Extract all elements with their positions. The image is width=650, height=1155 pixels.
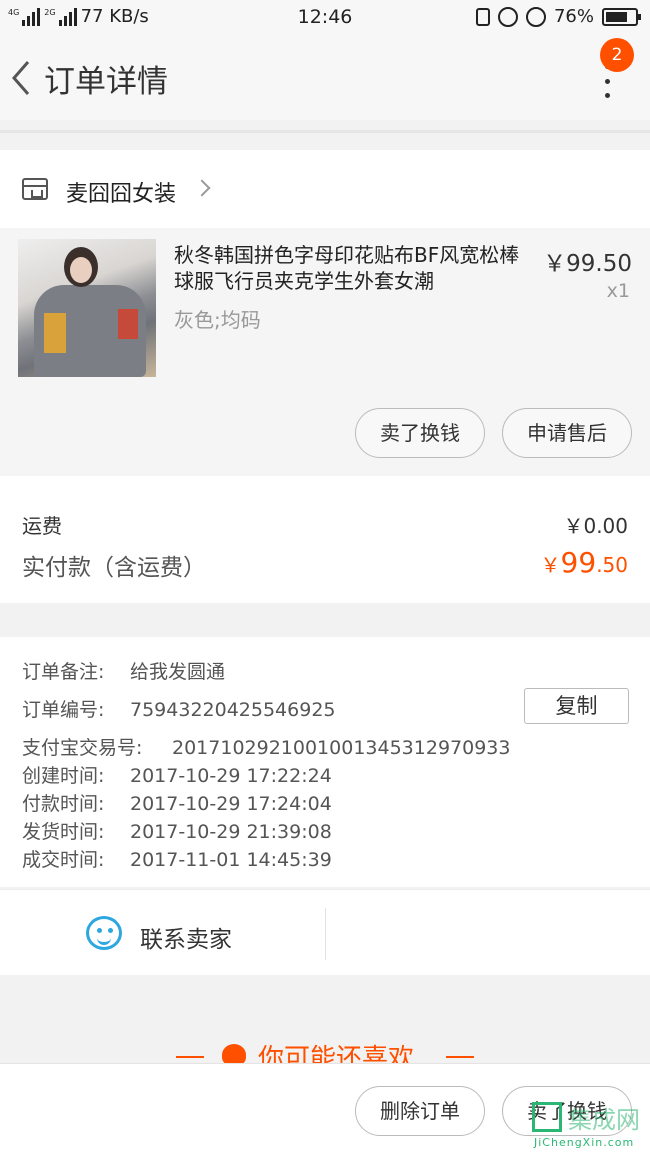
total-currency: ￥ [540,553,561,577]
shipping-label: 运费 [22,514,62,538]
divider [325,908,326,960]
alarm-icon [525,6,546,27]
site-watermark-logo: 集成网 JiChengXin.com [532,1100,648,1152]
contact-bar: 联系卖家 [0,889,650,975]
watermark-text: 集成网 [568,1106,640,1134]
product-spec: 灰色;均码 [174,308,261,332]
order-note-row: 订单备注: 给我发圆通 [22,657,225,684]
delete-order-button[interactable]: 删除订单 [355,1086,485,1136]
shipped-time-row: 发货时间: 2017-10-29 21:39:08 [22,817,332,844]
info-value: 2017-10-29 17:22:24 [130,765,332,787]
battery-fill [606,11,628,22]
resell-button[interactable]: 卖了换钱 [355,408,485,458]
shop-row[interactable]: 麦囧囧女装 [0,150,650,228]
watermark-subtext: JiChengXin.com [534,1136,635,1149]
info-value: 75943220425546925 [130,699,336,721]
total-decimal: .50 [596,553,628,577]
alipay-trade-row: 支付宝交易号: 2017102921001001345312970933 [22,733,510,760]
info-key: 创建时间: [22,765,105,787]
copy-button[interactable]: 复制 [524,688,629,724]
product-item[interactable]: 秋冬韩国拼色字母印花贴布BF风宽松棒球服飞行员夹克学生外套女潮 灰色;均码 ￥9… [0,228,650,476]
decor-line [176,1056,204,1058]
chevron-right-icon [193,179,211,197]
recommend-header: 你可能还喜欢 [176,1038,476,1074]
product-price: ￥99.50 [543,251,632,277]
product-thumbnail[interactable] [18,239,156,377]
completed-time-row: 成交时间: 2017-11-01 14:45:39 [22,845,332,872]
created-time-row: 创建时间: 2017-10-29 17:22:24 [22,761,332,788]
info-value: 2017-11-01 14:45:39 [130,849,332,871]
total-value: ￥99.50 [541,546,628,579]
info-key: 订单编号: [22,699,105,721]
total-label: 实付款（含运费） [22,555,206,581]
total-integer: 99 [560,546,597,579]
app-header: 订单详情 [0,36,650,120]
status-bar: 4G 2G 77 KB/s 12:46 76% [0,0,650,36]
order-number-row: 订单编号: 75943220425546925 [22,695,336,722]
product-title: 秋冬韩国拼色字母印花贴布BF风宽松棒球服飞行员夹克学生外套女潮 [174,243,520,293]
fee-section: 运费 ￥0.00 实付款（含运费） ￥99.50 [0,476,650,603]
battery-percent: 76% [553,6,594,27]
info-key: 付款时间: [22,793,105,815]
info-value: 2017-10-29 17:24:04 [130,793,332,815]
divider [0,130,650,133]
status-right: 76% [475,6,641,27]
contact-seller-button[interactable]: 联系卖家 [140,920,232,954]
order-info: 订单备注: 给我发圆通 订单编号: 75943220425546925 复制 支付宝… [0,637,650,887]
page-title: 订单详情 [44,64,168,100]
paid-time-row: 付款时间: 2017-10-29 17:24:04 [22,789,332,816]
rotation-lock-icon [497,6,518,27]
shipping-value: ￥0.00 [563,514,628,538]
back-arrow-icon[interactable] [8,58,34,98]
shop-name: 麦囧囧女装 [66,182,177,207]
info-key: 发货时间: [22,821,105,843]
chat-bubble-icon[interactable] [86,916,122,950]
info-value: 2017102921001001345312970933 [172,737,511,759]
after-sale-button[interactable]: 申请售后 [502,408,632,458]
notification-badge: 2 [600,38,634,72]
info-key: 订单备注: [22,661,105,683]
decor-line [446,1056,474,1058]
product-quantity: x1 [606,280,630,302]
battery-icon [602,7,641,26]
info-key: 成交时间: [22,849,105,871]
shop-icon [22,178,48,200]
info-key: 支付宝交易号: [22,737,143,759]
info-value: 2017-10-29 21:39:08 [130,821,332,843]
vibrate-icon [475,7,490,26]
info-value: 给我发圆通 [130,661,226,683]
